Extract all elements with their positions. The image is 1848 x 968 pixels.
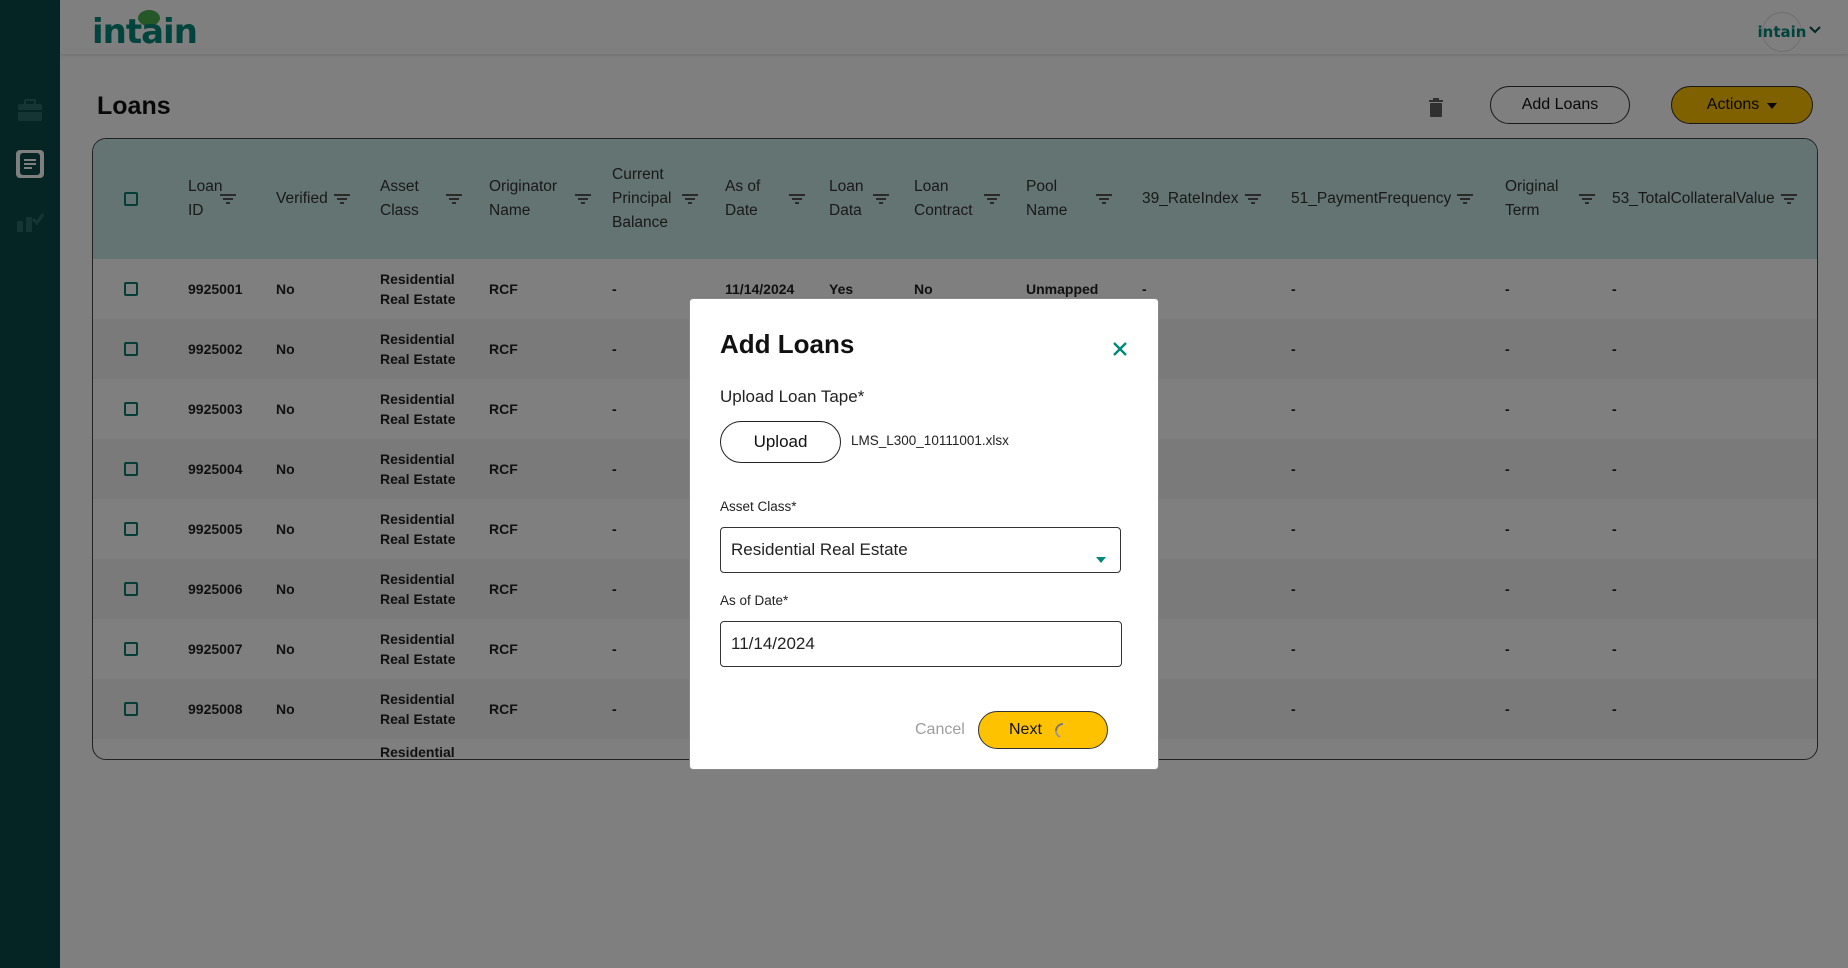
as-of-date-label: As of Date* [720, 593, 789, 608]
asset-class-value: Residential Real Estate [731, 540, 908, 559]
add-loans-modal: Add Loans Upload Loan Tape* Upload LMS_L… [689, 298, 1159, 770]
modal-title: Add Loans [720, 329, 855, 359]
loading-spinner-icon [1054, 722, 1072, 745]
as-of-date-input[interactable]: 11/14/2024 [720, 621, 1122, 667]
close-icon[interactable] [1110, 339, 1130, 359]
cancel-button[interactable]: Cancel [915, 721, 965, 739]
next-button-label: Next [1009, 721, 1042, 738]
as-of-date-value: 11/14/2024 [731, 634, 815, 653]
asset-class-select[interactable]: Residential Real Estate [720, 527, 1121, 573]
upload-button-label: Upload [753, 432, 808, 451]
caret-down-icon [1096, 548, 1106, 568]
upload-button[interactable]: Upload [720, 421, 841, 463]
asset-class-label: Asset Class* [720, 499, 797, 514]
next-button[interactable]: Next [978, 711, 1108, 749]
uploaded-file-name: LMS_L300_10111001.xlsx [851, 433, 1009, 448]
upload-loan-tape-label: Upload Loan Tape* [720, 387, 865, 406]
